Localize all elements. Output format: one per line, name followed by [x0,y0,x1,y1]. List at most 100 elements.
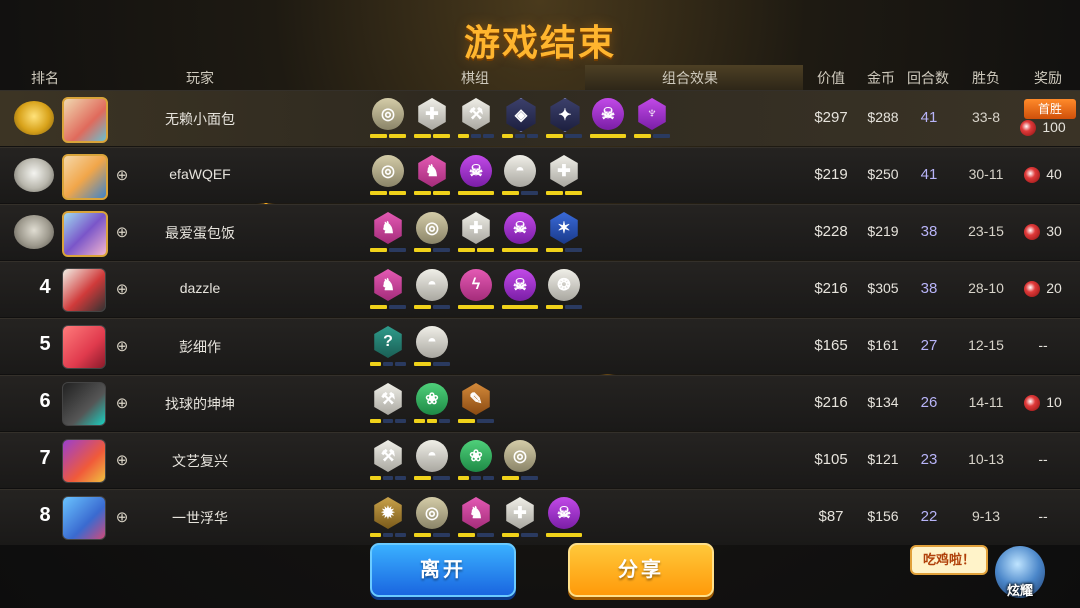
synergy-item[interactable]: ☠ [458,155,494,199]
synergy-item[interactable]: ◎ [414,212,450,256]
synergy-item[interactable]: ♞ [458,497,494,541]
synergy-item[interactable]: ♞ [414,155,450,199]
pip-filled [370,533,381,537]
synergy-item[interactable]: ✎ [458,383,494,427]
synergy-item[interactable]: ◎ [370,98,406,142]
synergy-item[interactable]: ◓ [502,155,538,199]
share-button[interactable]: 分享 [568,543,714,597]
hunter-icon: ✶ [550,212,578,244]
synergy-item[interactable]: ◎ [414,497,450,541]
horse-icon: ♞ [418,155,446,187]
player-avatar[interactable] [62,325,106,369]
pip-filled [502,533,519,537]
synergy-item[interactable]: ☠ [502,212,538,256]
player-avatar[interactable] [62,154,108,200]
synergy-level-pips [370,305,406,309]
demon-icon: ☠ [504,269,536,301]
demon-icon: ☠ [504,212,536,244]
synergy-item[interactable]: ♆ [634,98,670,142]
synergy-item[interactable]: ❀ [414,383,451,427]
paw-icon: ❀ [416,383,448,415]
player-avatar[interactable] [62,268,106,312]
synergy-level-pips [458,134,495,138]
add-friend-icon[interactable]: ⊕ [113,224,131,242]
table-row[interactable]: 4 ⊕ dazzle ♞ ◓ ϟ ☠ ❂ $216 $305 38 28-10 20 [0,261,1080,317]
synergy-item[interactable]: ✶ [546,212,582,256]
synergy-level-pips [458,533,494,537]
table-row[interactable]: 7 ⊕ 文艺复兴 ⚒ ◓ ❀ ◎ $105 $121 23 10-13 -- [0,432,1080,488]
table-row[interactable]: 无赖小面包 ◎ ✚ ⚒ ◈ ✦ ☠ ♆ $297 $288 41 33-8 100 首胜 [0,90,1080,146]
reward-amount: 30 [1046,223,1062,239]
pip-filled [414,305,431,309]
player-avatar[interactable] [62,496,106,540]
pip-empty [483,134,495,138]
synergy-item[interactable]: ◓ [414,440,450,484]
rounds-cell: 38 [920,280,938,297]
synergy-item[interactable]: ☠ [546,497,582,541]
synergy-item[interactable]: ☠ [590,98,626,142]
player-avatar[interactable] [62,97,108,143]
synergy-item[interactable]: ◎ [370,155,406,199]
synergy-item[interactable]: ❀ [458,440,495,484]
add-friend-icon[interactable]: ⊕ [113,281,131,299]
rounds-cell: 38 [920,223,938,240]
synergy-item[interactable]: ◓ [414,326,450,370]
synergy-item[interactable]: ⚒ [458,98,495,142]
synergy-item[interactable]: ✚ [546,155,582,199]
synergy-item[interactable]: ✚ [458,212,494,256]
synergy-item[interactable]: ✚ [414,98,450,142]
reward-cell: -- [1010,451,1076,467]
synergy-item[interactable]: ? [370,326,407,370]
player-avatar[interactable] [62,211,108,257]
synergy-item[interactable]: ❂ [546,269,582,313]
add-friend-icon[interactable]: ⊕ [113,509,131,527]
synergy-item[interactable]: ✦ [546,98,582,142]
synergy-item[interactable]: ⚒ [370,440,407,484]
table-row[interactable]: ⊕ efaWQEF ◎ ♞ ☠ ◓ ✚ $219 $250 41 30-11 40 [0,147,1080,203]
pip-filled [370,419,381,423]
add-friend-icon[interactable]: ⊕ [113,395,131,413]
pip-filled [458,419,475,423]
synergy-item[interactable]: ◓ [414,269,450,313]
synergy-level-pips [414,134,450,138]
synergy-item[interactable]: ♞ [370,212,406,256]
player-avatar[interactable] [62,439,106,483]
synergy-item[interactable]: ♞ [370,269,406,313]
pip-filled [634,134,651,138]
synergy-level-pips [634,134,670,138]
synergy-item[interactable]: ⚒ [370,383,407,427]
synergy-level-pips [546,248,582,252]
pip-filled [414,533,431,537]
synergy-item[interactable]: ϟ [458,269,494,313]
synergy-item[interactable]: ◈ [502,98,539,142]
add-friend-icon[interactable]: ⊕ [113,167,131,185]
table-row[interactable]: 5 ⊕ 彭细作? ◓ $165 $161 27 12-15 -- [0,318,1080,374]
table-row[interactable]: ⊕ 最爱蛋包饭 ♞ ◎ ✚ ☠ ✶ $228 $219 38 23-15 30 [0,204,1080,260]
winloss-cell: 33-8 [971,109,1001,125]
synergy-item[interactable]: ✹ [370,497,407,541]
add-friend-icon[interactable]: ⊕ [113,452,131,470]
pip-empty [521,476,538,480]
rank-number: 4 [39,276,51,298]
synergy-item[interactable]: ✚ [502,497,538,541]
value-cell: $216 [814,280,848,297]
header-pieces[interactable]: 棋组 [445,67,505,89]
pip-empty [382,533,394,537]
table-row[interactable]: 6 ⊕ 找球的坤坤 ⚒ ❀ ✎ $216 $134 26 14-11 10 [0,375,1080,431]
show-off-label[interactable]: 炫耀 [990,580,1050,599]
synergy-item[interactable]: ☠ [502,269,538,313]
pip-filled [546,134,563,138]
add-friend-icon[interactable]: ⊕ [113,338,131,356]
leave-button[interactable]: 离开 [370,543,516,597]
pip-filled [370,134,387,138]
player-avatar[interactable] [62,382,106,426]
gold-cell: $250 [867,166,899,182]
winloss-cell: 14-11 [968,394,1004,410]
paw-icon: ❀ [460,440,492,472]
synergy-item[interactable]: ◎ [502,440,538,484]
header-combo[interactable]: 组合效果 [640,67,740,89]
mech-icon: ◎ [416,212,448,244]
pip-empty [382,362,394,366]
table-row[interactable]: 8 ⊕ 一世浮华 ✹ ◎ ♞ ✚ ☠ $87 $156 22 9-13 -- [0,489,1080,545]
pip-filled [458,305,494,309]
